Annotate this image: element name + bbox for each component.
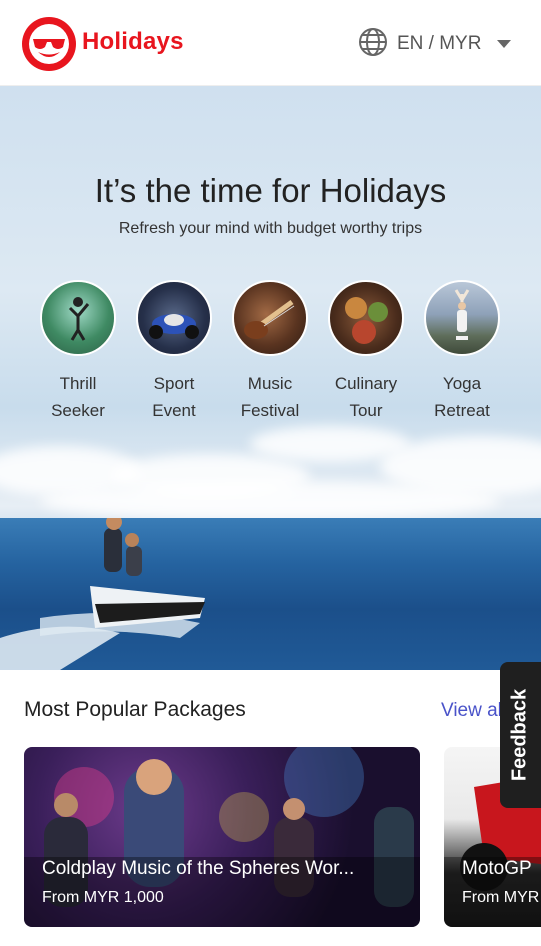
category-sport-event[interactable]: Sport Event [129, 280, 219, 424]
category-label-line2: Tour [349, 401, 383, 420]
feedback-label: Feedback [508, 688, 531, 782]
category-label-line1: Thrill [59, 374, 97, 393]
language-currency-label: EN / MYR [397, 33, 482, 54]
hero-title: It’s the time for Holidays [94, 172, 447, 209]
category-yoga-retreat[interactable]: Yoga Retreat [417, 280, 507, 424]
category-label-line2: Seeker [51, 401, 105, 420]
category-music-festival[interactable]: Music Festival [225, 280, 315, 424]
smiley-sunglasses-icon[interactable] [22, 17, 76, 71]
hero-banner: It’s the time for Holidays Refresh your … [0, 86, 541, 670]
music-festival-image [232, 280, 308, 356]
app-header: Holidays EN / MYR [0, 0, 541, 86]
package-title: MotoGP [462, 858, 532, 879]
category-label-line2: Retreat [434, 401, 490, 420]
view-all-link[interactable]: View all [441, 700, 506, 722]
yoga-retreat-image [424, 280, 500, 356]
package-price: From MYR [462, 889, 540, 906]
category-label-line2: Event [152, 401, 196, 420]
category-label-line2: Festival [240, 401, 300, 420]
sport-event-image [136, 280, 212, 356]
category-thrill-seeker[interactable]: Thrill Seeker [33, 280, 123, 424]
language-currency-selector[interactable]: EN / MYR [357, 26, 512, 63]
category-culinary-tour[interactable]: Culinary Tour [321, 280, 411, 424]
hero-subtitle: Refresh your mind with budget worthy tri… [118, 220, 423, 237]
feedback-button[interactable]: Feedback [500, 662, 541, 808]
category-label-line1: Sport [153, 374, 195, 393]
globe-icon [357, 26, 389, 63]
culinary-tour-image [328, 280, 404, 356]
category-label-line1: Yoga [442, 374, 482, 393]
category-label-line1: Culinary [334, 374, 398, 393]
chevron-down-icon [497, 35, 512, 53]
sea-image [0, 514, 541, 670]
package-title: Coldplay Music of the Spheres Wor... [42, 858, 355, 879]
section-title: Most Popular Packages [24, 698, 246, 721]
brand-name[interactable]: Holidays [82, 28, 184, 56]
package-price: From MYR 1,000 [42, 889, 164, 906]
category-label-line1: Music [247, 374, 293, 393]
thrill-seeker-image [40, 280, 116, 356]
package-card[interactable]: Coldplay Music of the Spheres Wor... Fro… [24, 747, 420, 927]
